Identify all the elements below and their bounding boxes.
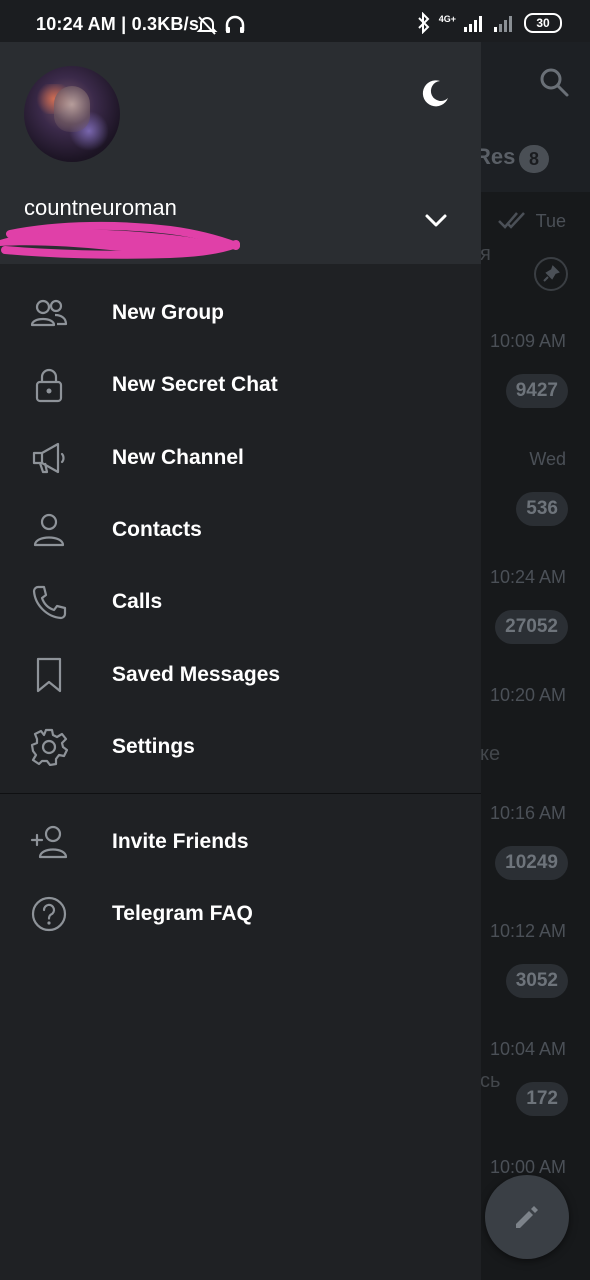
add-person-icon — [30, 825, 68, 859]
night-mode-icon[interactable] — [418, 76, 452, 110]
menu-item-settings[interactable]: Settings — [0, 711, 481, 783]
unread-badge: 536 — [516, 492, 568, 526]
menu-item-label: Contacts — [112, 518, 202, 542]
chat-snippet: ке — [480, 743, 501, 765]
lock-icon — [35, 369, 63, 403]
redaction-scribble — [0, 221, 240, 259]
question-icon — [31, 896, 67, 932]
network-type: 4G+ — [438, 14, 456, 24]
menu-item-new-secret-chat[interactable]: New Secret Chat — [0, 349, 481, 421]
chat-snippet: сь — [480, 1070, 501, 1092]
chat-snippet: я — [480, 243, 491, 265]
avatar[interactable] — [24, 66, 120, 162]
menu-item-label: Invite Friends — [112, 830, 249, 853]
chat-time: 10:09 AM — [489, 331, 566, 351]
chat-time: Wed — [529, 449, 566, 469]
chat-time: 10:24 AM — [489, 567, 566, 587]
folder-tab-count: 8 — [519, 145, 549, 173]
signal-icon-2 — [494, 16, 512, 32]
menu-item-label: New Group — [112, 301, 225, 325]
navigation-drawer: countneuroman New Group New Secret Chat … — [0, 42, 481, 1280]
bookmark-icon — [36, 657, 62, 692]
menu-item-label: Calls — [112, 590, 163, 614]
compose-button[interactable] — [485, 1175, 569, 1259]
menu-item-invite-friends[interactable]: Invite Friends — [0, 806, 481, 878]
pencil-icon — [516, 1206, 538, 1228]
drawer-menu: New Group New Secret Chat New Channel Co… — [0, 264, 481, 783]
person-icon — [33, 513, 65, 547]
group-icon — [30, 300, 68, 327]
unread-badge: 27052 — [495, 610, 568, 644]
battery-icon: 30 — [524, 13, 562, 33]
menu-item-calls[interactable]: Calls — [0, 566, 481, 638]
bluetooth-icon — [418, 12, 430, 34]
phone-icon — [32, 586, 67, 620]
menu-item-label: New Secret Chat — [112, 373, 278, 397]
signal-icon — [464, 16, 482, 32]
alarm-off-icon — [196, 16, 218, 35]
menu-item-label: Saved Messages — [112, 662, 281, 686]
chevron-down-icon[interactable] — [423, 207, 449, 233]
menu-divider — [0, 793, 481, 794]
menu-item-telegram-faq[interactable]: Telegram FAQ — [0, 878, 481, 950]
search-icon[interactable] — [538, 66, 570, 98]
menu-item-contacts[interactable]: Contacts — [0, 494, 481, 566]
menu-item-saved-messages[interactable]: Saved Messages — [0, 638, 481, 710]
chat-time: 10:20 AM — [489, 685, 566, 705]
menu-item-label: New Channel — [112, 445, 244, 469]
double-check-icon — [498, 212, 525, 229]
pin-icon — [534, 257, 568, 291]
menu-item-label: Telegram FAQ — [112, 902, 253, 925]
status-time: 10:24 AM | 0.3KB/s — [36, 14, 200, 34]
drawer-menu-secondary: Invite Friends Telegram FAQ — [0, 806, 481, 950]
network-speed: | 0.3KB/s — [121, 14, 200, 34]
gear-icon — [30, 728, 68, 766]
unread-badge: 3052 — [505, 964, 568, 998]
headphones-icon — [225, 15, 245, 33]
chat-time: 10:12 AM — [489, 921, 566, 941]
screen: Res 8 Tue я 10:09 AM 9427 Wed 536 10:24 … — [0, 0, 590, 1280]
chat-time: Tue — [535, 211, 566, 231]
unread-badge: 9427 — [505, 374, 568, 408]
unread-badge: 172 — [516, 1082, 568, 1116]
chat-time: 10:16 AM — [489, 803, 566, 823]
unread-badge: 10249 — [495, 846, 568, 880]
menu-item-new-channel[interactable]: New Channel — [0, 422, 481, 494]
menu-item-new-group[interactable]: New Group — [0, 277, 481, 349]
status-indicators: 4G+ 30 — [417, 12, 562, 34]
chat-time: 10:04 AM — [489, 1039, 566, 1059]
status-bar: 10:24 AM | 0.3KB/s 4G+ 30 — [0, 0, 590, 42]
drawer-header: countneuroman — [0, 42, 481, 264]
megaphone-icon — [32, 442, 65, 473]
menu-item-label: Settings — [112, 734, 195, 758]
folder-tab-label[interactable]: Res — [475, 144, 515, 170]
